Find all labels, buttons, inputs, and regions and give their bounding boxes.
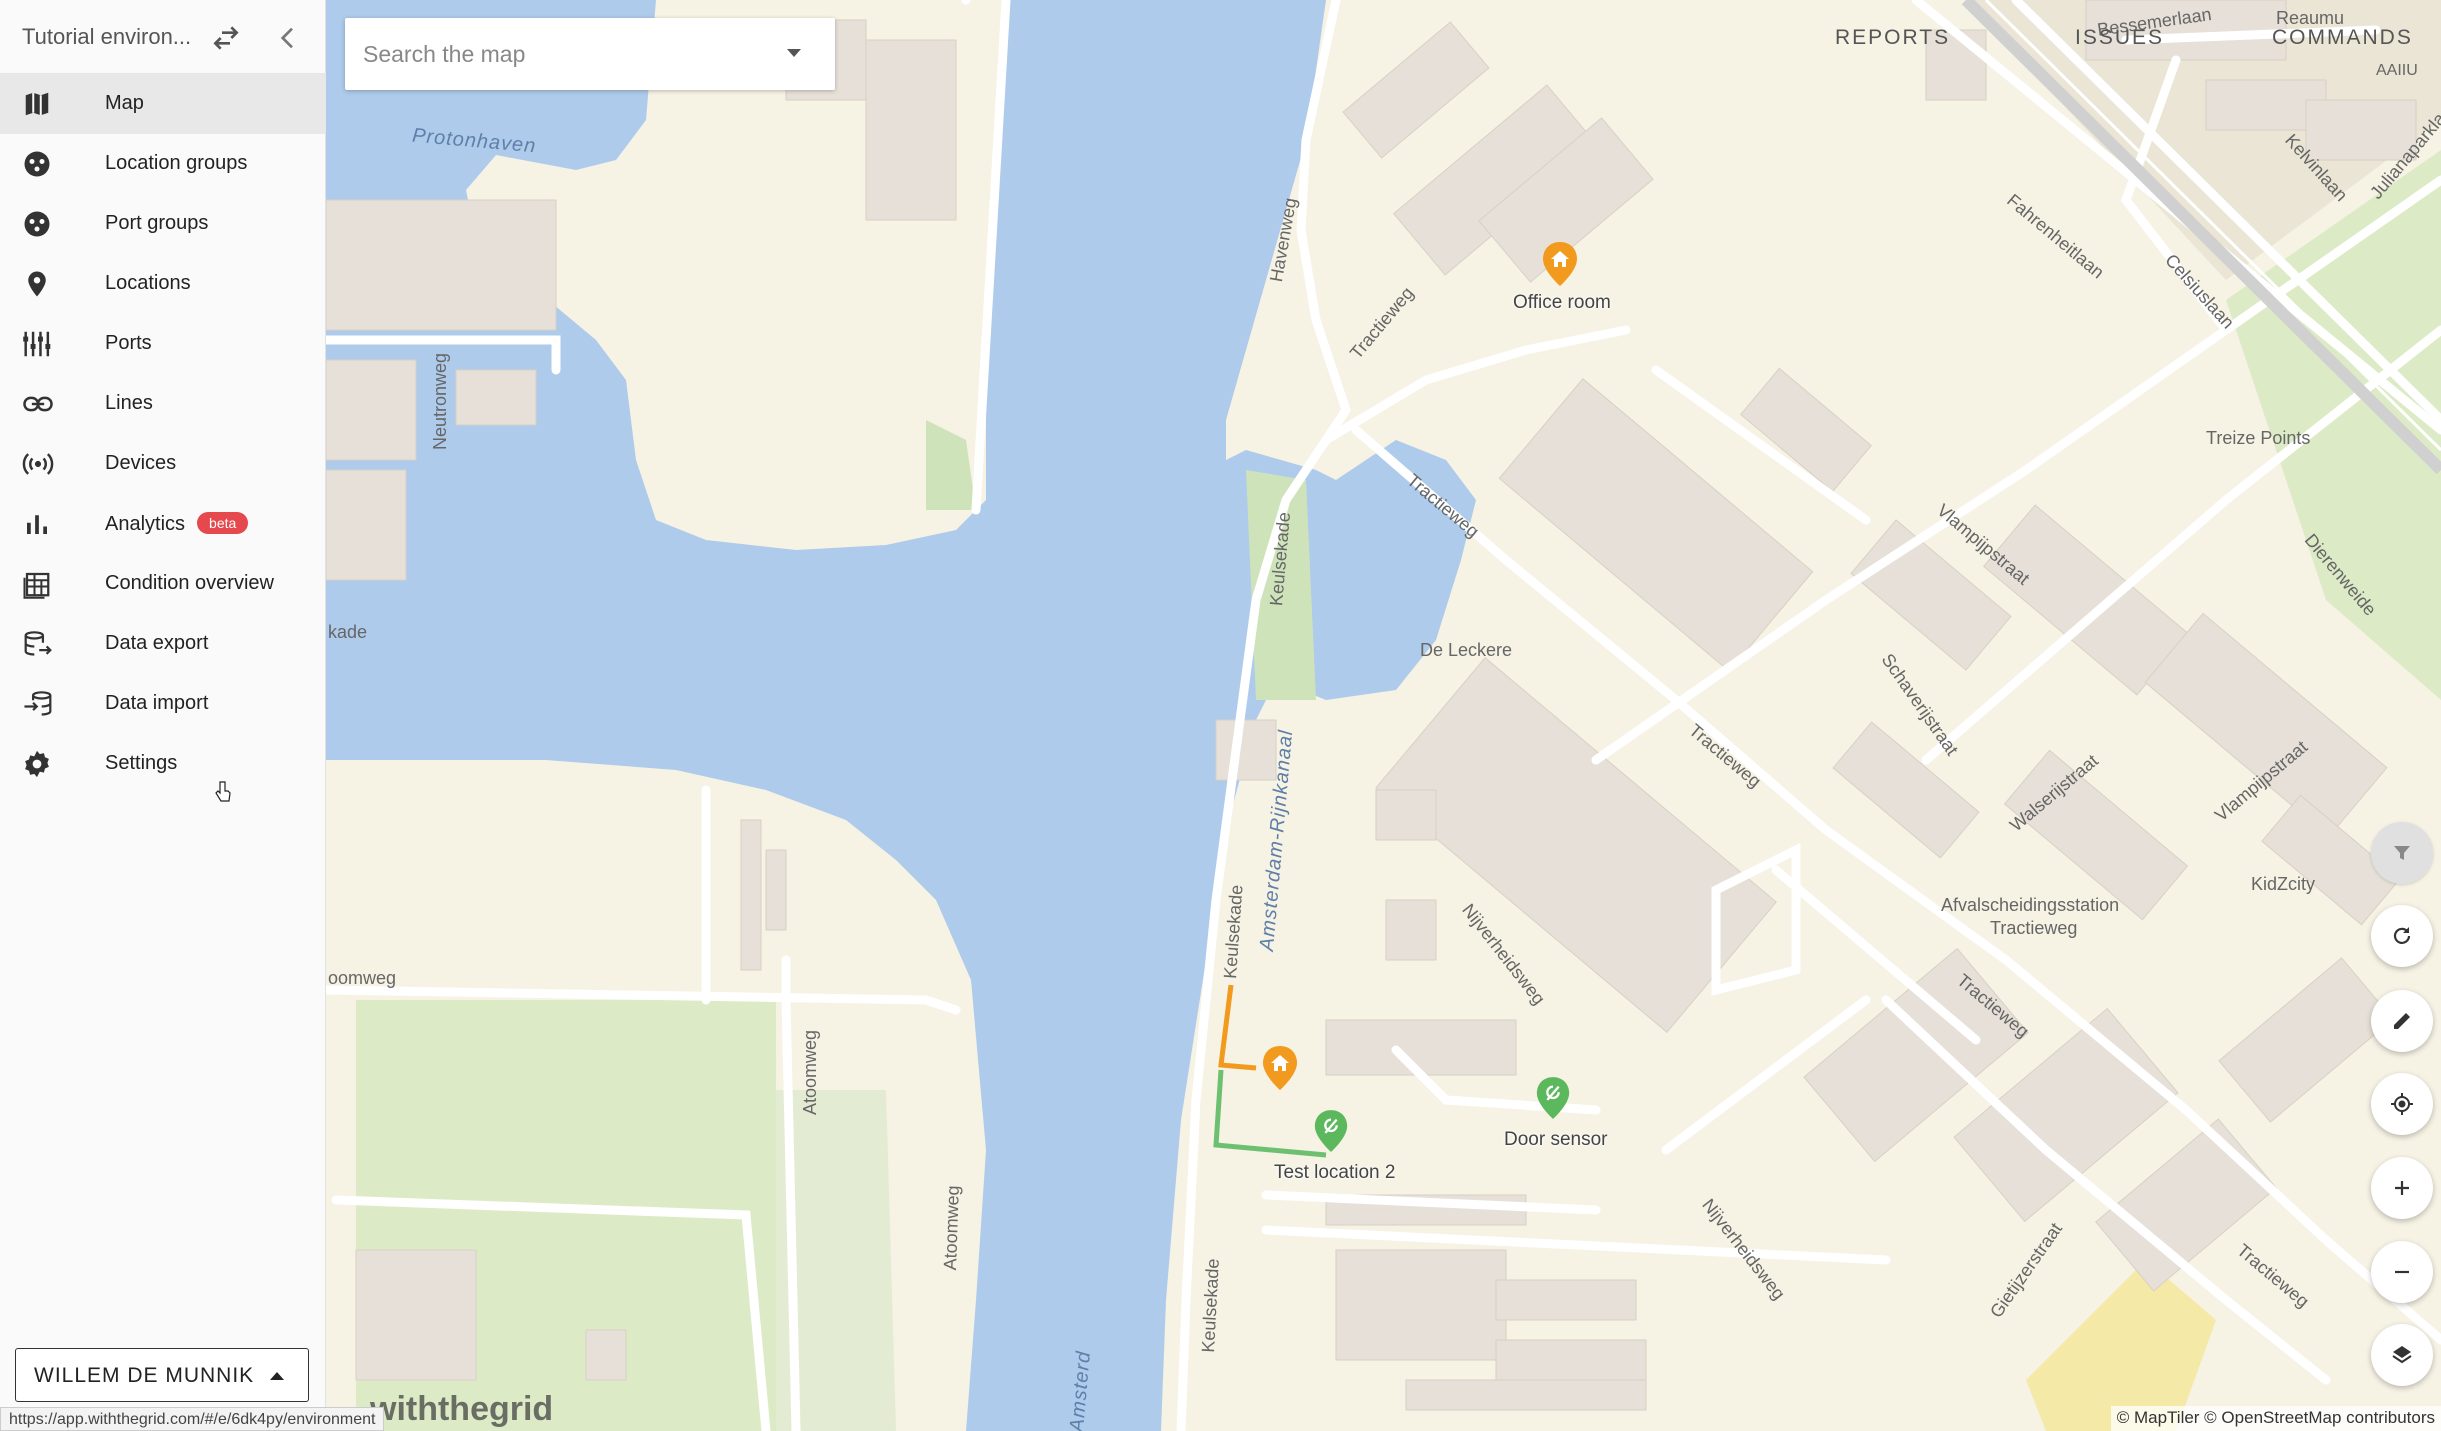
sidebar-item-locations[interactable]: Locations [0,254,326,314]
map-base-tiles [326,0,2441,1431]
sidebar-item-analytics[interactable]: Analytics beta [0,494,326,554]
edit-icon [2394,1013,2410,1029]
map-icon [22,89,54,119]
sidebar-item-label: Lines [105,392,153,414]
sidebar-item-label: Condition overview [105,572,274,594]
sidebar-item-settings[interactable]: Settings [0,734,326,794]
map-label-treize-points: Treize Points [2206,428,2311,448]
sidebar-item-label: Settings [105,752,178,774]
map-search-box[interactable] [345,18,835,90]
sidebar-item-label: Port groups [105,212,209,234]
environment-name[interactable]: Tutorial environ... [22,24,192,50]
map-label-afvalscheidingsstation: Afvalscheidingsstation [1941,895,2120,915]
refresh-icon [2393,927,2411,944]
home-marker-icon[interactable] [1260,1044,1300,1097]
map-label-kidzcity: KidZcity [2251,874,2316,894]
map-label-kade: kade [328,622,368,642]
sidebar-item-label: Analytics beta [105,512,249,536]
sidebar-item-label: Locations [105,272,191,294]
filter-button[interactable] [2371,822,2433,884]
map-label-atoomweg: Atoomweg [800,1029,820,1115]
switch-environment-icon[interactable] [210,22,242,54]
sidebar-item-data-export[interactable]: Data export [0,614,326,674]
sidebar-item-devices[interactable]: Devices [0,434,326,494]
refresh-button[interactable] [2371,905,2433,967]
layers-button[interactable] [2371,1324,2433,1386]
map-attribution[interactable]: © MapTiler © OpenStreetMap contributors [2110,1406,2441,1431]
data-import-icon [22,689,54,719]
sidebar-item-label: Map [105,92,144,114]
table-icon [22,569,54,599]
my-location-button[interactable] [2371,1073,2433,1135]
sidebar-header: Tutorial environ... [0,0,326,74]
gear-icon [22,749,54,779]
sidebar-item-label: Location groups [105,152,248,174]
sidebar-item-condition-overview[interactable]: Condition overview [0,554,326,614]
marker-label-office-room[interactable]: Office room [1513,292,1611,314]
zoom-in-button[interactable] [2371,1157,2433,1219]
sidebar: Tutorial environ... Map Location groups … [0,0,326,1431]
sensor-marker-icon[interactable] [1534,1075,1572,1126]
sidebar-item-port-groups[interactable]: Port groups [0,194,326,254]
link-icon [22,389,54,419]
user-name: WILLEM DE MUNNIK [34,1364,255,1387]
hand-cursor-icon [215,781,231,802]
bar-chart-icon [22,509,54,539]
commands-link[interactable]: COMMANDS [2272,26,2413,50]
location-pin-icon [22,269,54,299]
sidebar-item-label: Ports [105,332,152,354]
ports-icon [22,329,54,359]
zoom-in-icon [2395,1181,2409,1195]
marker-label-test-location-2[interactable]: Test location 2 [1274,1162,1395,1184]
sidebar-item-location-groups[interactable]: Location groups [0,134,326,194]
reports-link[interactable]: REPORTS [1835,26,1950,50]
caret-up-icon [270,1372,284,1380]
map-label-aaiiu: AAIIU [2376,62,2418,79]
zoom-out-icon [2395,1270,2409,1274]
map-label-afvalscheidingsstation-2: Tractieweg [1990,918,2078,938]
map-canvas[interactable]: Protonhaven Amsterdam-Rijnkanaal Amsterd… [326,0,2441,1431]
location-groups-icon [22,149,54,179]
sidebar-item-data-import[interactable]: Data import [0,674,326,734]
zoom-out-button[interactable] [2371,1241,2433,1303]
map-label-de-leckere: De Leckere [1420,640,1513,660]
sidebar-item-label: Data export [105,632,209,654]
beta-badge: beta [197,512,249,534]
marker-label-door-sensor[interactable]: Door sensor [1504,1129,1608,1151]
map-label-oomweg: oomweg [328,968,397,988]
home-marker-icon[interactable] [1540,240,1580,293]
collapse-sidebar-icon[interactable] [272,22,304,54]
map-label-neutronweg: Neutronweg [430,352,450,450]
port-groups-icon [22,209,54,239]
sidebar-item-label: Data import [105,692,209,714]
dropdown-caret-icon[interactable] [787,49,801,59]
sidebar-item-map[interactable]: Map [0,74,326,134]
sidebar-nav: Map Location groups Port groups Location… [0,74,326,794]
data-export-icon [22,629,54,659]
withthegrid-watermark: withthegrid [370,1390,554,1428]
issues-link[interactable]: ISSUES [2075,26,2164,50]
analytics-label: Analytics [105,513,186,535]
status-bar-url: https://app.withthegrid.com/#/e/6dk4py/e… [0,1407,385,1431]
sensor-marker-icon[interactable] [1312,1108,1350,1159]
map-search-input[interactable] [363,36,763,72]
my-location-icon [2391,1093,2413,1115]
edit-button[interactable] [2371,990,2433,1052]
sidebar-item-ports[interactable]: Ports [0,314,326,374]
user-menu-button[interactable]: WILLEM DE MUNNIK [15,1348,309,1402]
map-label-atoomweg-2: Atoomweg [940,1185,963,1271]
sidebar-item-lines[interactable]: Lines [0,374,326,434]
sidebar-item-label: Devices [105,452,177,474]
layers-icon [2392,1346,2412,1364]
wireless-icon [22,449,54,479]
filter-icon [2394,846,2410,860]
